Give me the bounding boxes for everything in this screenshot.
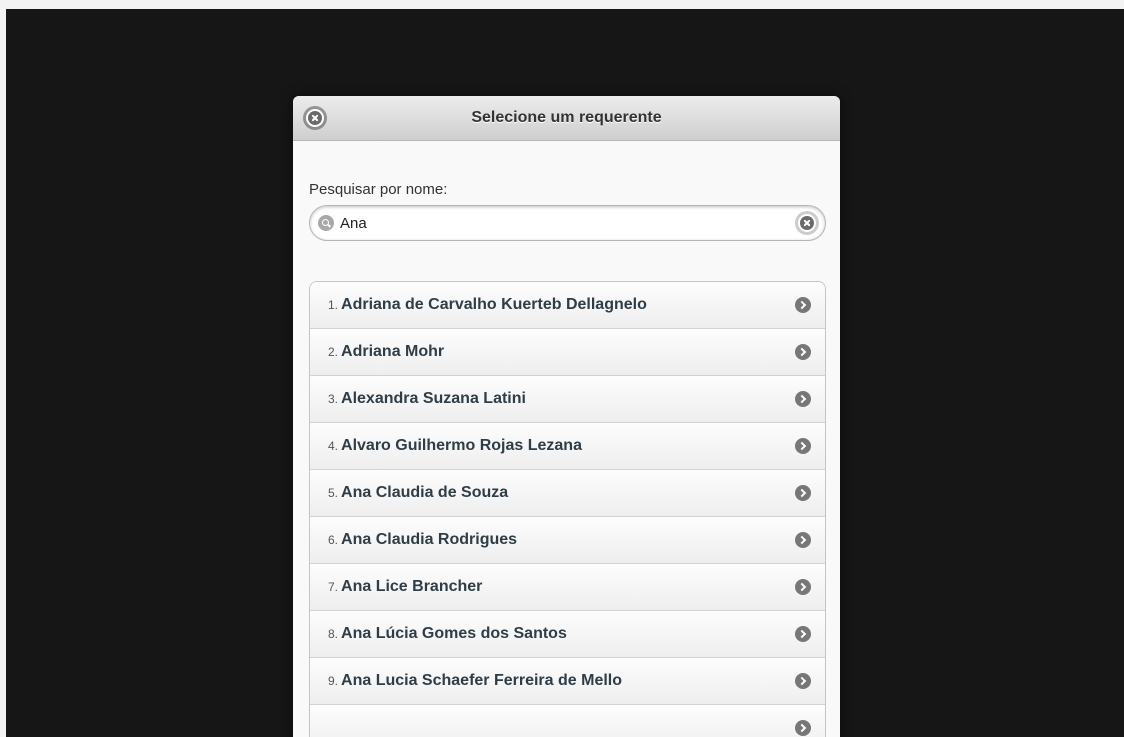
- item-name: Ana Lucia Schaefer Ferreira de Mello: [341, 672, 623, 689]
- list-item[interactable]: 2. Adriana Mohr: [310, 329, 825, 376]
- clear-search-button[interactable]: [795, 211, 819, 235]
- item-number: 2.: [328, 345, 339, 359]
- list-item[interactable]: 7. Ana Lice Brancher: [310, 564, 825, 611]
- dialog-header: Selecione um requerente: [293, 96, 840, 141]
- clear-icon-ring: [798, 214, 816, 232]
- list-item[interactable]: 5. Ana Claudia de Souza: [310, 470, 825, 517]
- item-name: Adriana de Carvalho Kuerteb Dellagnelo: [341, 296, 647, 313]
- list-item[interactable]: 4. Alvaro Guilhermo Rojas Lezana: [310, 423, 825, 470]
- close-icon: [308, 111, 322, 125]
- item-number: 5.: [328, 486, 339, 500]
- modal-backdrop: Selecione um requerente Pesquisar por no…: [6, 9, 1124, 737]
- chevron-right-icon: [795, 391, 811, 407]
- list-item[interactable]: 1. Adriana de Carvalho Kuerteb Dellagnel…: [310, 282, 825, 329]
- dialog-title: Selecione um requerente: [471, 109, 662, 126]
- item-number: 8.: [328, 627, 339, 641]
- item-number: 1.: [328, 298, 339, 312]
- item-number: 3.: [328, 392, 339, 406]
- item-name: Ana Lice Brancher: [341, 578, 483, 595]
- chevron-right-icon: [795, 579, 811, 595]
- list-item[interactable]: 3. Alexandra Suzana Latini: [310, 376, 825, 423]
- search-box: [309, 205, 826, 241]
- close-button[interactable]: [303, 106, 327, 130]
- chevron-right-icon: [795, 626, 811, 642]
- item-name: Alexandra Suzana Latini: [341, 390, 526, 407]
- chevron-right-icon: [795, 485, 811, 501]
- list-item[interactable]: [310, 705, 825, 737]
- item-name: Ana Claudia Rodrigues: [341, 531, 518, 548]
- item-name: Ana Lúcia Gomes dos Santos: [341, 625, 567, 642]
- dialog-body: Pesquisar por nome: 1. Adriana de Carval…: [293, 141, 840, 737]
- clear-icon: [800, 216, 814, 230]
- list-item[interactable]: 9. Ana Lucia Schaefer Ferreira de Mello: [310, 658, 825, 705]
- item-name: Ana Claudia de Souza: [341, 484, 509, 501]
- chevron-right-icon: [795, 720, 811, 736]
- requester-list: 1. Adriana de Carvalho Kuerteb Dellagnel…: [309, 281, 826, 737]
- item-number: 7.: [328, 580, 339, 594]
- list-item[interactable]: 6. Ana Claudia Rodrigues: [310, 517, 825, 564]
- item-number: 6.: [328, 533, 339, 547]
- select-requester-dialog: Selecione um requerente Pesquisar por no…: [293, 96, 840, 737]
- chevron-right-icon: [795, 438, 811, 454]
- search-input[interactable]: [334, 208, 795, 238]
- list-item[interactable]: 8. Ana Lúcia Gomes dos Santos: [310, 611, 825, 658]
- item-number: 9.: [328, 674, 339, 688]
- item-name: Alvaro Guilhermo Rojas Lezana: [341, 437, 582, 454]
- item-name: Adriana Mohr: [341, 343, 445, 360]
- item-number: 4.: [328, 439, 339, 453]
- chevron-right-icon: [795, 532, 811, 548]
- search-label: Pesquisar por nome:: [309, 181, 448, 198]
- chevron-right-icon: [795, 673, 811, 689]
- search-icon: [318, 215, 334, 231]
- chevron-right-icon: [795, 344, 811, 360]
- close-icon-ring: [306, 109, 324, 127]
- chevron-right-icon: [795, 297, 811, 313]
